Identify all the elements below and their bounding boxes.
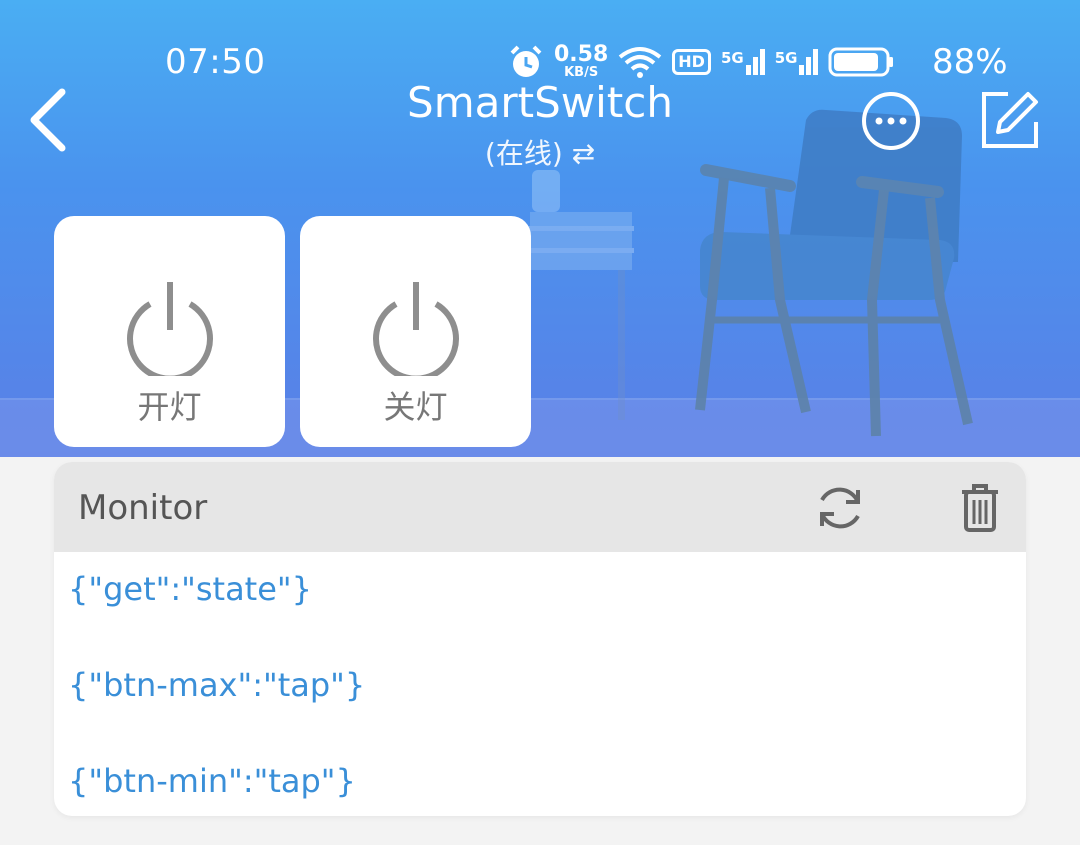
sim2-bar-3 (813, 48, 819, 75)
network-speed: 0.58 KB/S (554, 42, 609, 80)
log-line: {"btn-min":"tap"} (68, 762, 356, 800)
monitor-panel: Monitor {"get":"state"} {"btn-max":"tap"… (54, 462, 1026, 816)
sim2-bar-2 (806, 56, 812, 75)
more-icon[interactable] (860, 90, 922, 152)
light-on-button[interactable]: 开灯 (54, 216, 285, 447)
hd-badge: HD (672, 48, 711, 75)
light-on-label: 开灯 (137, 388, 202, 426)
status-icons: 0.58 KB/S HD 5G 5G (508, 44, 894, 79)
sim2-bar-1 (799, 64, 805, 75)
sim1-signal: 5G (720, 48, 765, 75)
monitor-header: Monitor (54, 462, 1026, 552)
edit-icon[interactable] (978, 88, 1042, 152)
log-line: {"get":"state"} (68, 570, 312, 608)
log-line: {"btn-max":"tap"} (68, 666, 366, 704)
power-icon (126, 282, 213, 376)
side-table (528, 170, 634, 420)
vase (532, 170, 560, 212)
monitor-title: Monitor (78, 488, 208, 528)
trash-icon[interactable] (958, 482, 1002, 534)
sim2-label: 5G (774, 48, 798, 67)
refresh-icon[interactable] (814, 482, 866, 534)
battery-percent: 88% (932, 42, 1008, 82)
battery-icon (828, 47, 894, 76)
sim1-label: 5G (720, 48, 744, 67)
wifi-icon (619, 46, 662, 78)
light-off-label: 关灯 (383, 388, 448, 426)
sim1-bar-1 (745, 64, 751, 75)
network-speed-value: 0.58 (554, 42, 609, 67)
sim1-bar-3 (759, 48, 765, 75)
sim2-signal: 5G (774, 48, 819, 75)
sim1-bar-2 (752, 56, 758, 75)
clock: 07:50 (165, 42, 266, 82)
power-icon (372, 282, 459, 376)
hd-badge-text: HD (678, 51, 705, 71)
alarm-icon (510, 45, 542, 77)
light-off-button[interactable]: 关灯 (300, 216, 531, 447)
